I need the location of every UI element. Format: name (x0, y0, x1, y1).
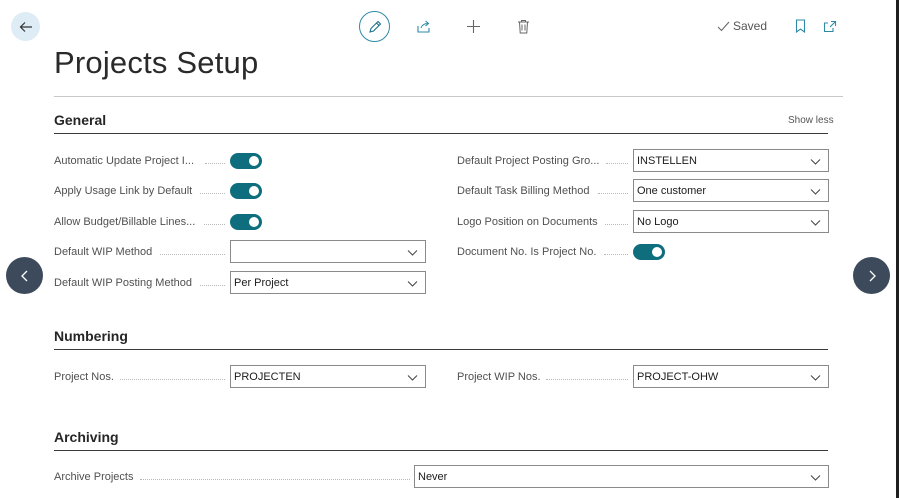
auto-update-toggle[interactable] (230, 153, 262, 169)
doc-no-toggle[interactable] (633, 244, 665, 260)
section-divider-numbering (54, 349, 828, 350)
leader-dots (204, 224, 225, 225)
archive-projects-select[interactable]: Never (414, 465, 829, 488)
project-nos-value: PROJECTEN (234, 370, 301, 383)
chevron-down-icon (810, 189, 821, 195)
trash-icon (517, 19, 529, 33)
logo-position-value: No Logo (637, 215, 679, 228)
page-title: Projects Setup (54, 45, 259, 80)
usage-link-toggle[interactable] (230, 183, 262, 199)
chevron-down-icon (810, 159, 821, 165)
window-edge (896, 0, 899, 498)
bookmark-icon (795, 19, 805, 33)
wip-posting-select[interactable]: Per Project (230, 271, 426, 294)
next-record-button[interactable] (853, 257, 890, 294)
back-button[interactable] (11, 12, 40, 41)
wip-method-label: Default WIP Method (54, 246, 153, 258)
chevron-down-icon (407, 250, 418, 256)
archive-projects-value: Never (418, 470, 448, 483)
leader-dots (120, 379, 225, 380)
wip-posting-value: Per Project (234, 276, 289, 289)
chevron-left-icon (20, 270, 27, 281)
task-billing-select[interactable]: One customer (633, 179, 829, 202)
wip-nos-select[interactable]: PROJECT-OHW (633, 365, 829, 388)
chevron-down-icon (810, 375, 821, 381)
section-divider-archiving (54, 450, 828, 451)
doc-no-label: Document No. Is Project No. (457, 246, 597, 258)
previous-record-button[interactable] (6, 257, 43, 294)
title-divider (54, 96, 843, 97)
wip-nos-value: PROJECT-OHW (637, 370, 719, 383)
wip-method-select[interactable] (230, 240, 426, 263)
leader-dots (140, 479, 410, 480)
share-button[interactable] (414, 17, 432, 35)
project-nos-select[interactable]: PROJECTEN (230, 365, 426, 388)
popout-icon (823, 20, 837, 32)
leader-dots (606, 163, 628, 164)
saved-label: Saved (733, 19, 768, 33)
check-icon (717, 21, 730, 31)
chevron-down-icon (810, 220, 821, 226)
delete-button[interactable] (514, 17, 532, 35)
task-billing-label: Default Task Billing Method (457, 185, 590, 197)
project-nos-label: Project Nos. (54, 371, 114, 383)
wip-nos-label: Project WIP Nos. (457, 371, 541, 383)
leader-dots (200, 193, 225, 194)
section-divider-general (54, 133, 828, 134)
leader-dots (604, 254, 628, 255)
back-arrow-icon (19, 21, 32, 32)
posting-group-select[interactable]: INSTELLEN (633, 149, 829, 172)
allow-budget-label: Allow Budget/Billable Lines... (54, 216, 196, 228)
new-button[interactable] (464, 17, 482, 35)
section-title-archiving[interactable]: Archiving (54, 429, 119, 445)
archive-projects-label: Archive Projects (54, 471, 134, 483)
edit-button[interactable] (359, 11, 390, 42)
saved-status: Saved (717, 19, 767, 33)
chevron-down-icon (407, 375, 418, 381)
plus-icon (466, 19, 480, 33)
posting-group-value: INSTELLEN (637, 154, 697, 167)
leader-dots (598, 193, 628, 194)
wip-posting-label: Default WIP Posting Method (54, 277, 192, 289)
edit-icon (368, 20, 381, 33)
leader-dots (200, 285, 225, 286)
show-less-link[interactable]: Show less (788, 115, 834, 126)
chevron-down-icon (810, 475, 821, 481)
section-title-general[interactable]: General (54, 112, 106, 128)
leader-dots (205, 163, 225, 164)
chevron-down-icon (407, 281, 418, 287)
popout-button[interactable] (821, 17, 839, 35)
logo-position-label: Logo Position on Documents (457, 216, 598, 228)
leader-dots (160, 254, 225, 255)
leader-dots (546, 379, 628, 380)
bookmark-button[interactable] (792, 17, 808, 35)
task-billing-value: One customer (637, 184, 707, 197)
posting-group-label: Default Project Posting Gro... (457, 155, 600, 167)
chevron-right-icon (869, 270, 876, 281)
section-title-numbering[interactable]: Numbering (54, 328, 128, 344)
leader-dots (605, 224, 628, 225)
auto-update-label: Automatic Update Project I... (54, 155, 195, 167)
allow-budget-toggle[interactable] (230, 214, 262, 230)
share-icon (416, 20, 430, 33)
usage-link-label: Apply Usage Link by Default (54, 185, 193, 197)
logo-position-select[interactable]: No Logo (633, 210, 829, 233)
